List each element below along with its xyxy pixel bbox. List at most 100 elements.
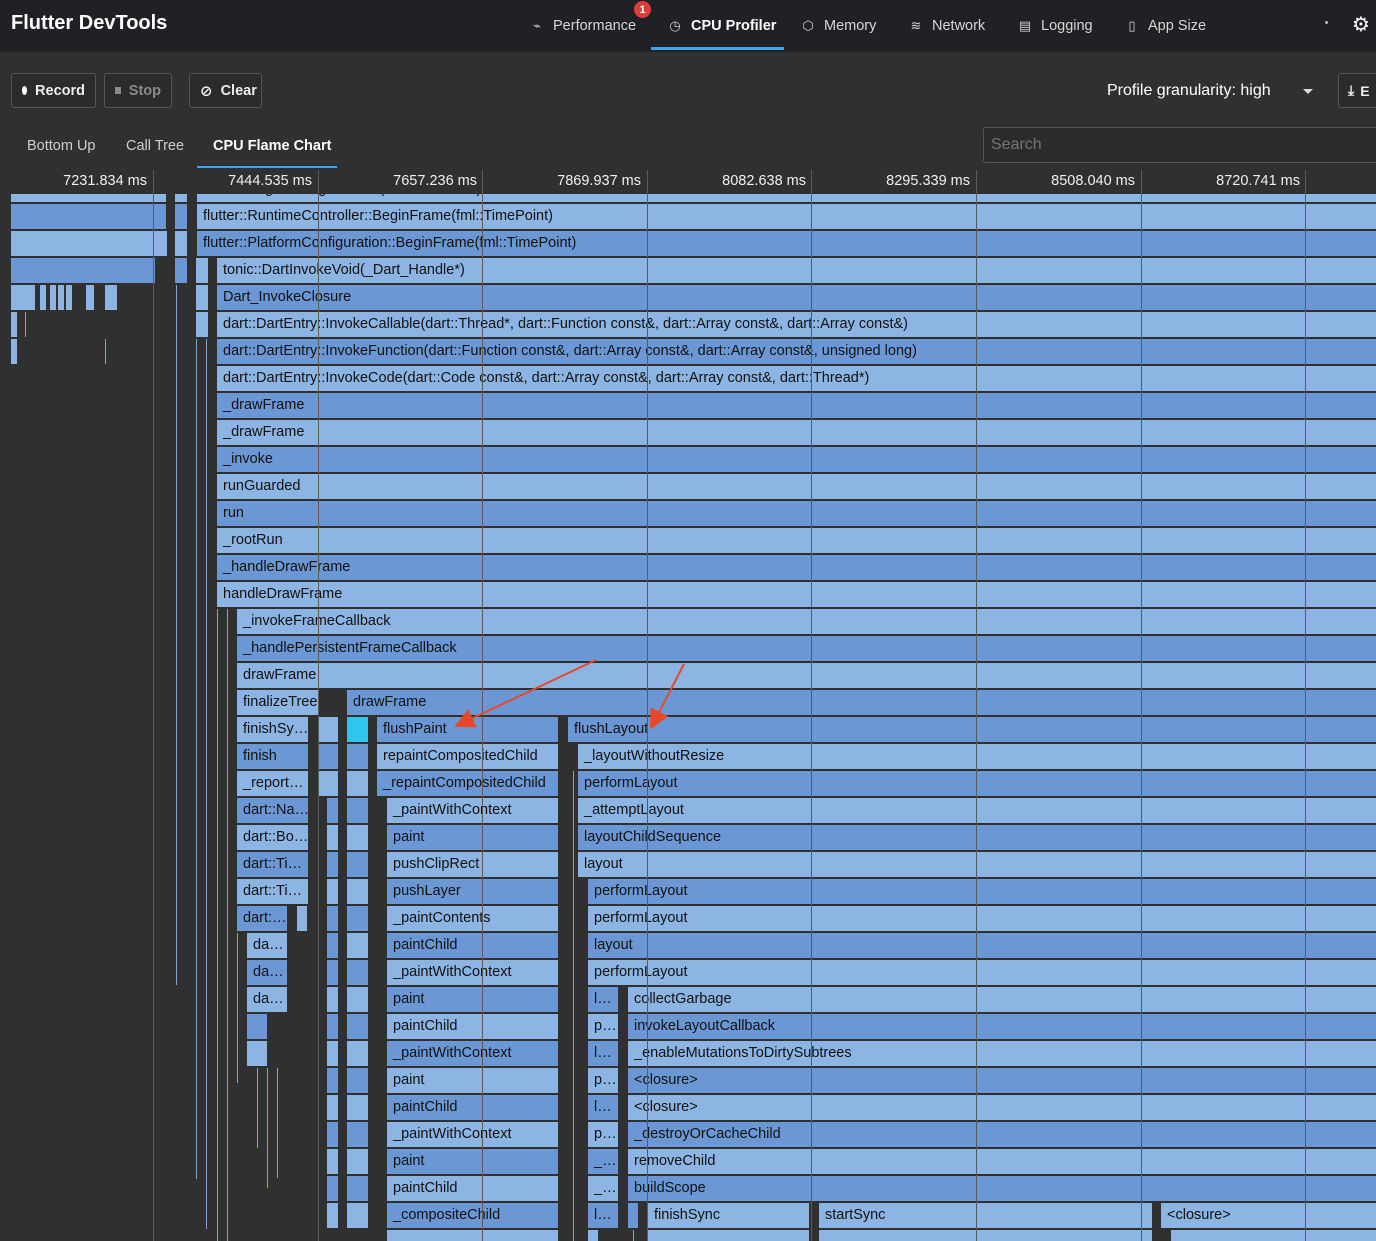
flame-node[interactable]: paintChild: [387, 1176, 558, 1201]
flame-node[interactable]: [318, 744, 338, 769]
tab-performance[interactable]: ⌁ Performance: [529, 0, 636, 52]
flame-node[interactable]: [347, 1203, 368, 1228]
flame-node[interactable]: flutter::Engine::BeginFrame(fml::TimePoi…: [197, 194, 1376, 202]
flame-node[interactable]: [327, 1203, 338, 1228]
flame-node[interactable]: [347, 744, 368, 769]
flame-node[interactable]: collectGarbage: [628, 987, 1376, 1012]
flame-node[interactable]: [648, 1230, 809, 1241]
flame-node[interactable]: [50, 285, 56, 310]
profile-granularity-dropdown[interactable]: Profile granularity: high: [1107, 82, 1271, 100]
flame-node[interactable]: flushLayout: [568, 717, 1376, 742]
flame-node[interactable]: dart::DartEntry::InvokeCode(dart::Code c…: [217, 366, 1376, 391]
tab-cpu-profiler[interactable]: ◷ CPU Profiler: [667, 0, 776, 52]
flame-node[interactable]: _paintWithContext: [387, 1122, 558, 1147]
flame-node[interactable]: startSync: [819, 1203, 1152, 1228]
flame-node[interactable]: l…: [588, 987, 618, 1012]
flame-node[interactable]: repaintCompositedChild: [377, 744, 558, 769]
tab-app-size[interactable]: ▯ App Size: [1124, 0, 1206, 52]
flame-node[interactable]: [154, 204, 166, 229]
flame-node[interactable]: drawFrame: [347, 690, 1376, 715]
flame-node[interactable]: [175, 231, 187, 256]
flame-node[interactable]: p…: [588, 1122, 618, 1147]
flame-node[interactable]: dart::Na…: [237, 798, 308, 823]
flame-node[interactable]: dart::Ti…: [237, 852, 308, 877]
flame-node[interactable]: _drawFrame: [217, 393, 1376, 418]
tab-bottom-up[interactable]: Bottom Up: [27, 126, 96, 166]
flame-node[interactable]: <closure>: [628, 1095, 1376, 1120]
flame-node[interactable]: _paintWithContext: [387, 798, 558, 823]
flame-node[interactable]: [347, 1014, 368, 1039]
flame-node[interactable]: [105, 285, 117, 310]
flame-node[interactable]: [247, 1014, 267, 1039]
flame-node[interactable]: [11, 194, 153, 202]
flame-node[interactable]: [819, 1230, 1152, 1241]
flame-node[interactable]: run: [217, 501, 1376, 526]
flame-node[interactable]: flushPaint: [377, 717, 558, 742]
flame-node[interactable]: [327, 1095, 338, 1120]
flame-node[interactable]: [347, 1176, 368, 1201]
gear-icon[interactable]: ⚙: [1352, 12, 1370, 37]
flame-node[interactable]: [347, 1149, 368, 1174]
flame-node[interactable]: [86, 285, 94, 310]
flame-node[interactable]: layout: [588, 933, 1376, 958]
flame-node[interactable]: [347, 798, 368, 823]
flame-node[interactable]: paintChild: [387, 933, 558, 958]
flame-node[interactable]: _handleDrawFrame: [217, 555, 1376, 580]
flame-node[interactable]: removeChild: [628, 1149, 1376, 1174]
flame-node[interactable]: [247, 1041, 267, 1066]
flame-node[interactable]: flutter::RuntimeController::BeginFrame(f…: [197, 204, 1376, 229]
flame-node[interactable]: [196, 258, 208, 283]
flame-node[interactable]: [327, 987, 338, 1012]
chevron-down-icon[interactable]: [1303, 89, 1313, 94]
flame-node[interactable]: da…: [247, 987, 287, 1012]
flame-node[interactable]: [347, 987, 368, 1012]
flame-node[interactable]: [327, 798, 338, 823]
flame-node[interactable]: [347, 906, 368, 931]
selected-flame-node[interactable]: [347, 717, 368, 742]
cpu-flame-chart[interactable]: flutter::Engine::BeginFrame(fml::TimePoi…: [0, 194, 1376, 1241]
flame-node[interactable]: _report…: [237, 771, 308, 796]
flame-node[interactable]: _compositeChild: [387, 1203, 558, 1228]
flame-node[interactable]: flutter::PlatformConfiguration::BeginFra…: [197, 231, 1376, 256]
flame-node[interactable]: [347, 852, 368, 877]
flame-node[interactable]: _…: [588, 1149, 618, 1174]
flame-node[interactable]: [327, 1149, 338, 1174]
flame-node[interactable]: [1171, 1230, 1376, 1241]
flame-node[interactable]: finishSync: [648, 1203, 809, 1228]
flame-node[interactable]: [588, 1230, 598, 1241]
flame-node[interactable]: _enableMutationsToDirtySubtrees: [628, 1041, 1376, 1066]
flame-node[interactable]: _destroyOrCacheChild: [628, 1122, 1376, 1147]
flame-node[interactable]: pushLayer: [387, 879, 558, 904]
flame-node[interactable]: [327, 852, 338, 877]
flame-node[interactable]: [58, 285, 64, 310]
flame-node[interactable]: l…: [588, 1041, 618, 1066]
flame-node[interactable]: performLayout: [588, 879, 1376, 904]
flame-node[interactable]: [196, 312, 208, 337]
flame-node[interactable]: [347, 1095, 368, 1120]
flame-node[interactable]: finalizeTree: [237, 690, 318, 715]
flame-node[interactable]: [347, 1041, 368, 1066]
flame-node[interactable]: _drawFrame: [217, 420, 1376, 445]
flame-node[interactable]: dart::Bo…: [237, 825, 308, 850]
flame-node[interactable]: _paintContents: [387, 906, 558, 931]
flame-node[interactable]: performLayout: [578, 771, 1376, 796]
export-button[interactable]: ⤓ E: [1338, 73, 1376, 108]
flame-node[interactable]: dart::Ti…: [237, 879, 308, 904]
flame-node[interactable]: layoutChildSequence: [578, 825, 1376, 850]
flame-node[interactable]: paint: [387, 825, 558, 850]
flame-node[interactable]: _paintWithContext: [387, 960, 558, 985]
tab-memory[interactable]: ⬡ Memory: [800, 0, 876, 52]
flame-node[interactable]: [327, 825, 338, 850]
tab-cpu-flame-chart[interactable]: CPU Flame Chart: [213, 126, 331, 166]
flame-node[interactable]: [347, 825, 368, 850]
flame-node[interactable]: finishSy…: [237, 717, 308, 742]
tab-network[interactable]: ≋ Network: [908, 0, 986, 52]
flame-node[interactable]: [327, 1014, 338, 1039]
flame-node[interactable]: [11, 231, 167, 256]
flame-node[interactable]: _repaintCompositedChild: [377, 771, 558, 796]
flame-node[interactable]: dart::DartEntry::InvokeFunction(dart::Fu…: [217, 339, 1376, 364]
flame-node[interactable]: [327, 1068, 338, 1093]
flame-node[interactable]: p…: [588, 1014, 618, 1039]
flame-node[interactable]: invokeLayoutCallback: [628, 1014, 1376, 1039]
flame-node[interactable]: [11, 339, 17, 364]
